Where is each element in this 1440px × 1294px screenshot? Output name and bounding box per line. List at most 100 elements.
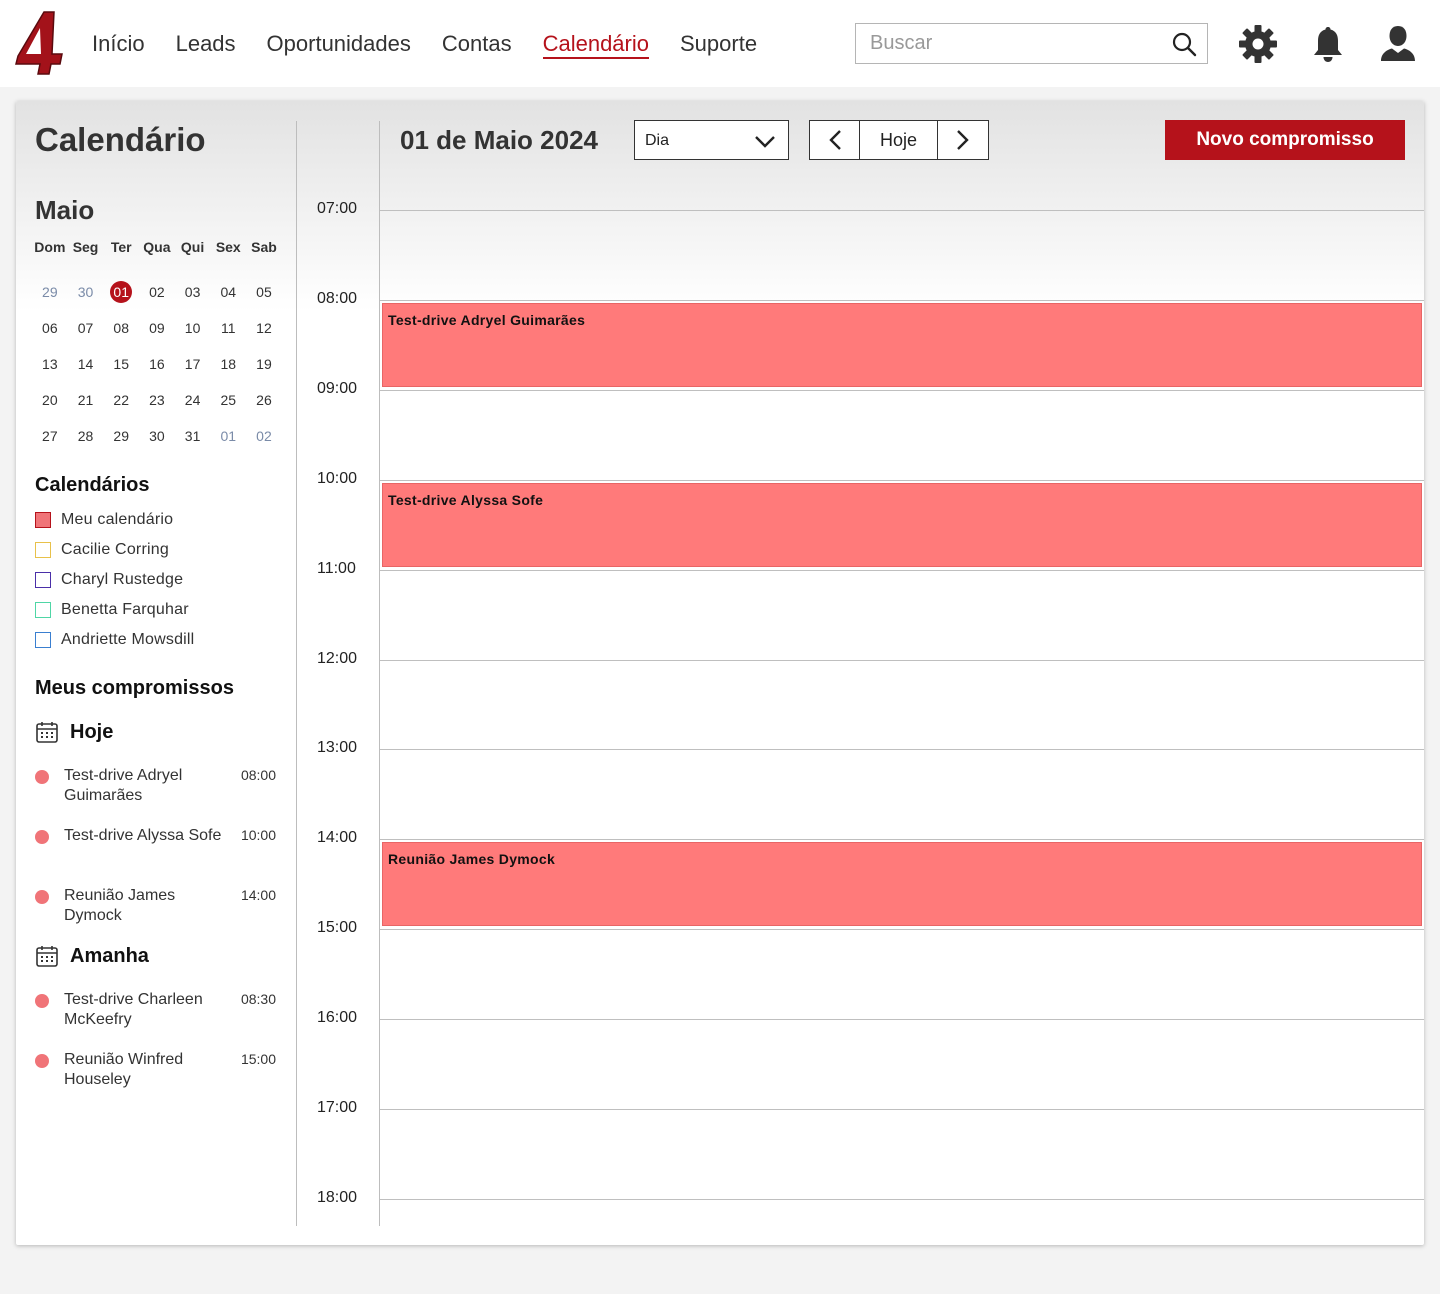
brand-logo[interactable] (14, 10, 66, 76)
calendar-sidebar: Calendário Maio Dom Seg Ter Qua Qui Sex … (16, 101, 296, 1245)
calendar-checkbox[interactable] (35, 512, 51, 528)
event-title: Reunião James Dymock (388, 851, 556, 868)
calendar-event[interactable]: Test-drive Alyssa Sofe (382, 482, 1422, 567)
hour-label: 08:00 (317, 289, 358, 307)
day-cell[interactable]: 30 (68, 284, 104, 300)
day-cell[interactable]: 06 (32, 320, 68, 336)
next-day-button[interactable] (938, 121, 988, 159)
chevron-right-icon (957, 130, 969, 150)
hour-label: 07:00 (317, 200, 358, 217)
calendar-checkbox[interactable] (35, 602, 51, 618)
hour-gridline (380, 1109, 1424, 1110)
day-cell[interactable]: 10 (175, 320, 211, 336)
gear-icon[interactable] (1238, 24, 1278, 64)
week-row: 20 21 22 23 24 25 26 (32, 382, 282, 418)
day-cell[interactable]: 23 (139, 392, 175, 408)
event-title: Test-drive Alyssa Sofe (388, 491, 544, 508)
calendar-event[interactable]: Reunião James Dymock (382, 842, 1422, 927)
day-cell[interactable]: 28 (68, 428, 104, 444)
search-icon[interactable] (1171, 31, 1197, 57)
weekday-label: Sab (251, 239, 277, 255)
day-cell[interactable]: 31 (175, 428, 211, 444)
group-label: Hoje (70, 720, 114, 743)
calendar-item[interactable]: Charyl Rustedge (35, 565, 194, 595)
day-cell[interactable]: 29 (32, 284, 68, 300)
day-cell[interactable]: 01 (210, 428, 246, 444)
calendar-event[interactable]: Test-drive Adryel Guimarães (382, 302, 1422, 387)
day-cell[interactable]: 13 (32, 356, 68, 372)
day-cell[interactable]: 02 (246, 428, 282, 444)
day-cell[interactable]: 04 (210, 284, 246, 300)
day-cell[interactable]: 03 (175, 284, 211, 300)
day-cell[interactable]: 29 (103, 428, 139, 444)
calendar-checkbox[interactable] (35, 632, 51, 648)
appointment-name: Test-drive Alyssa Sofe (64, 827, 222, 844)
user-profile-icon[interactable] (1378, 24, 1418, 64)
day-cell[interactable]: 18 (210, 356, 246, 372)
calendar-icon (36, 722, 58, 743)
hour-gridline (380, 389, 1424, 391)
weekday-label: Seg (72, 239, 99, 255)
nav-leads[interactable]: Leads (176, 30, 236, 59)
day-cell[interactable]: 07 (68, 320, 104, 336)
group-tomorrow-heading: Amanha (35, 944, 149, 968)
nav-suporte[interactable]: Suporte (680, 30, 757, 59)
calendars-heading: Calendários (35, 474, 150, 496)
day-cell[interactable]: 26 (246, 392, 282, 408)
new-appointment-button[interactable]: Novo compromisso (1165, 120, 1405, 160)
calendar-label: Andriette Mowsdill (61, 631, 195, 648)
day-cell[interactable]: 05 (246, 284, 282, 300)
calendar-item[interactable]: Benetta Farquhar (35, 595, 194, 625)
day-cell[interactable]: 12 (246, 320, 282, 336)
day-cell[interactable]: 19 (246, 356, 282, 372)
nav-calendario[interactable]: Calendário (542, 30, 649, 59)
main-nav: Início Leads Oportunidades Contas Calend… (92, 30, 788, 59)
prev-day-button[interactable] (810, 121, 860, 159)
day-cell[interactable]: 11 (210, 320, 246, 336)
day-cell[interactable]: 09 (139, 320, 175, 336)
day-cell[interactable]: 14 (68, 356, 104, 372)
appointment-dot (35, 1054, 49, 1068)
hour-gridline (380, 659, 1424, 661)
appointment-time: 15:00 (240, 1051, 276, 1067)
appointment-item[interactable]: Test-drive Adryel Guimarães 08:00 (35, 766, 281, 810)
day-cell-selected[interactable]: 01 (103, 281, 139, 303)
day-cell[interactable]: 17 (175, 356, 211, 372)
day-cell[interactable]: 24 (175, 392, 211, 408)
calendar-icon (36, 946, 58, 967)
appointment-item[interactable]: Test-drive Charleen McKeefry 08:30 (35, 990, 281, 1034)
day-cell[interactable]: 22 (103, 392, 139, 408)
day-cell[interactable]: 21 (68, 392, 104, 408)
appointment-name: Test-drive Adryel Guimarães (64, 767, 183, 804)
day-cell[interactable]: 02 (139, 284, 175, 300)
day-cell[interactable]: 20 (32, 392, 68, 408)
nav-oportunidades[interactable]: Oportunidades (267, 30, 411, 59)
day-cell[interactable]: 15 (103, 356, 139, 372)
bell-icon[interactable] (1308, 24, 1348, 64)
nav-contas[interactable]: Contas (442, 30, 512, 59)
calendar-label: Charyl Rustedge (61, 571, 184, 588)
day-cell[interactable]: 16 (139, 356, 175, 372)
nav-inicio[interactable]: Início (92, 30, 145, 59)
day-cell[interactable]: 25 (210, 392, 246, 408)
search-input[interactable] (856, 24, 1156, 63)
calendar-item[interactable]: Meu calendário (35, 505, 194, 535)
calendar-checkbox[interactable] (35, 542, 51, 558)
hour-gridline (380, 569, 1424, 571)
appointment-item[interactable]: Test-drive Alyssa Sofe 10:00 (35, 826, 281, 870)
chevron-down-icon (755, 136, 775, 148)
day-cell[interactable]: 08 (103, 320, 139, 336)
appointment-item[interactable]: Reunião Winfred Houseley 15:00 (35, 1050, 281, 1094)
appointment-item[interactable]: Reunião James Dymock 14:00 (35, 886, 281, 930)
today-button[interactable]: Hoje (860, 121, 938, 159)
view-select[interactable]: Dia (634, 120, 789, 160)
day-cell[interactable]: 27 (32, 428, 68, 444)
calendar-item[interactable]: Andriette Mowsdill (35, 625, 194, 655)
calendar-list: Meu calendário Cacilie Corring Charyl Ru… (35, 505, 194, 655)
day-cell[interactable]: 30 (139, 428, 175, 444)
top-navbar: Início Leads Oportunidades Contas Calend… (0, 0, 1440, 87)
event-title: Test-drive Adryel Guimarães (388, 311, 586, 328)
calendar-item[interactable]: Cacilie Corring (35, 535, 194, 565)
calendar-checkbox[interactable] (35, 572, 51, 588)
hour-label: 13:00 (317, 739, 358, 757)
